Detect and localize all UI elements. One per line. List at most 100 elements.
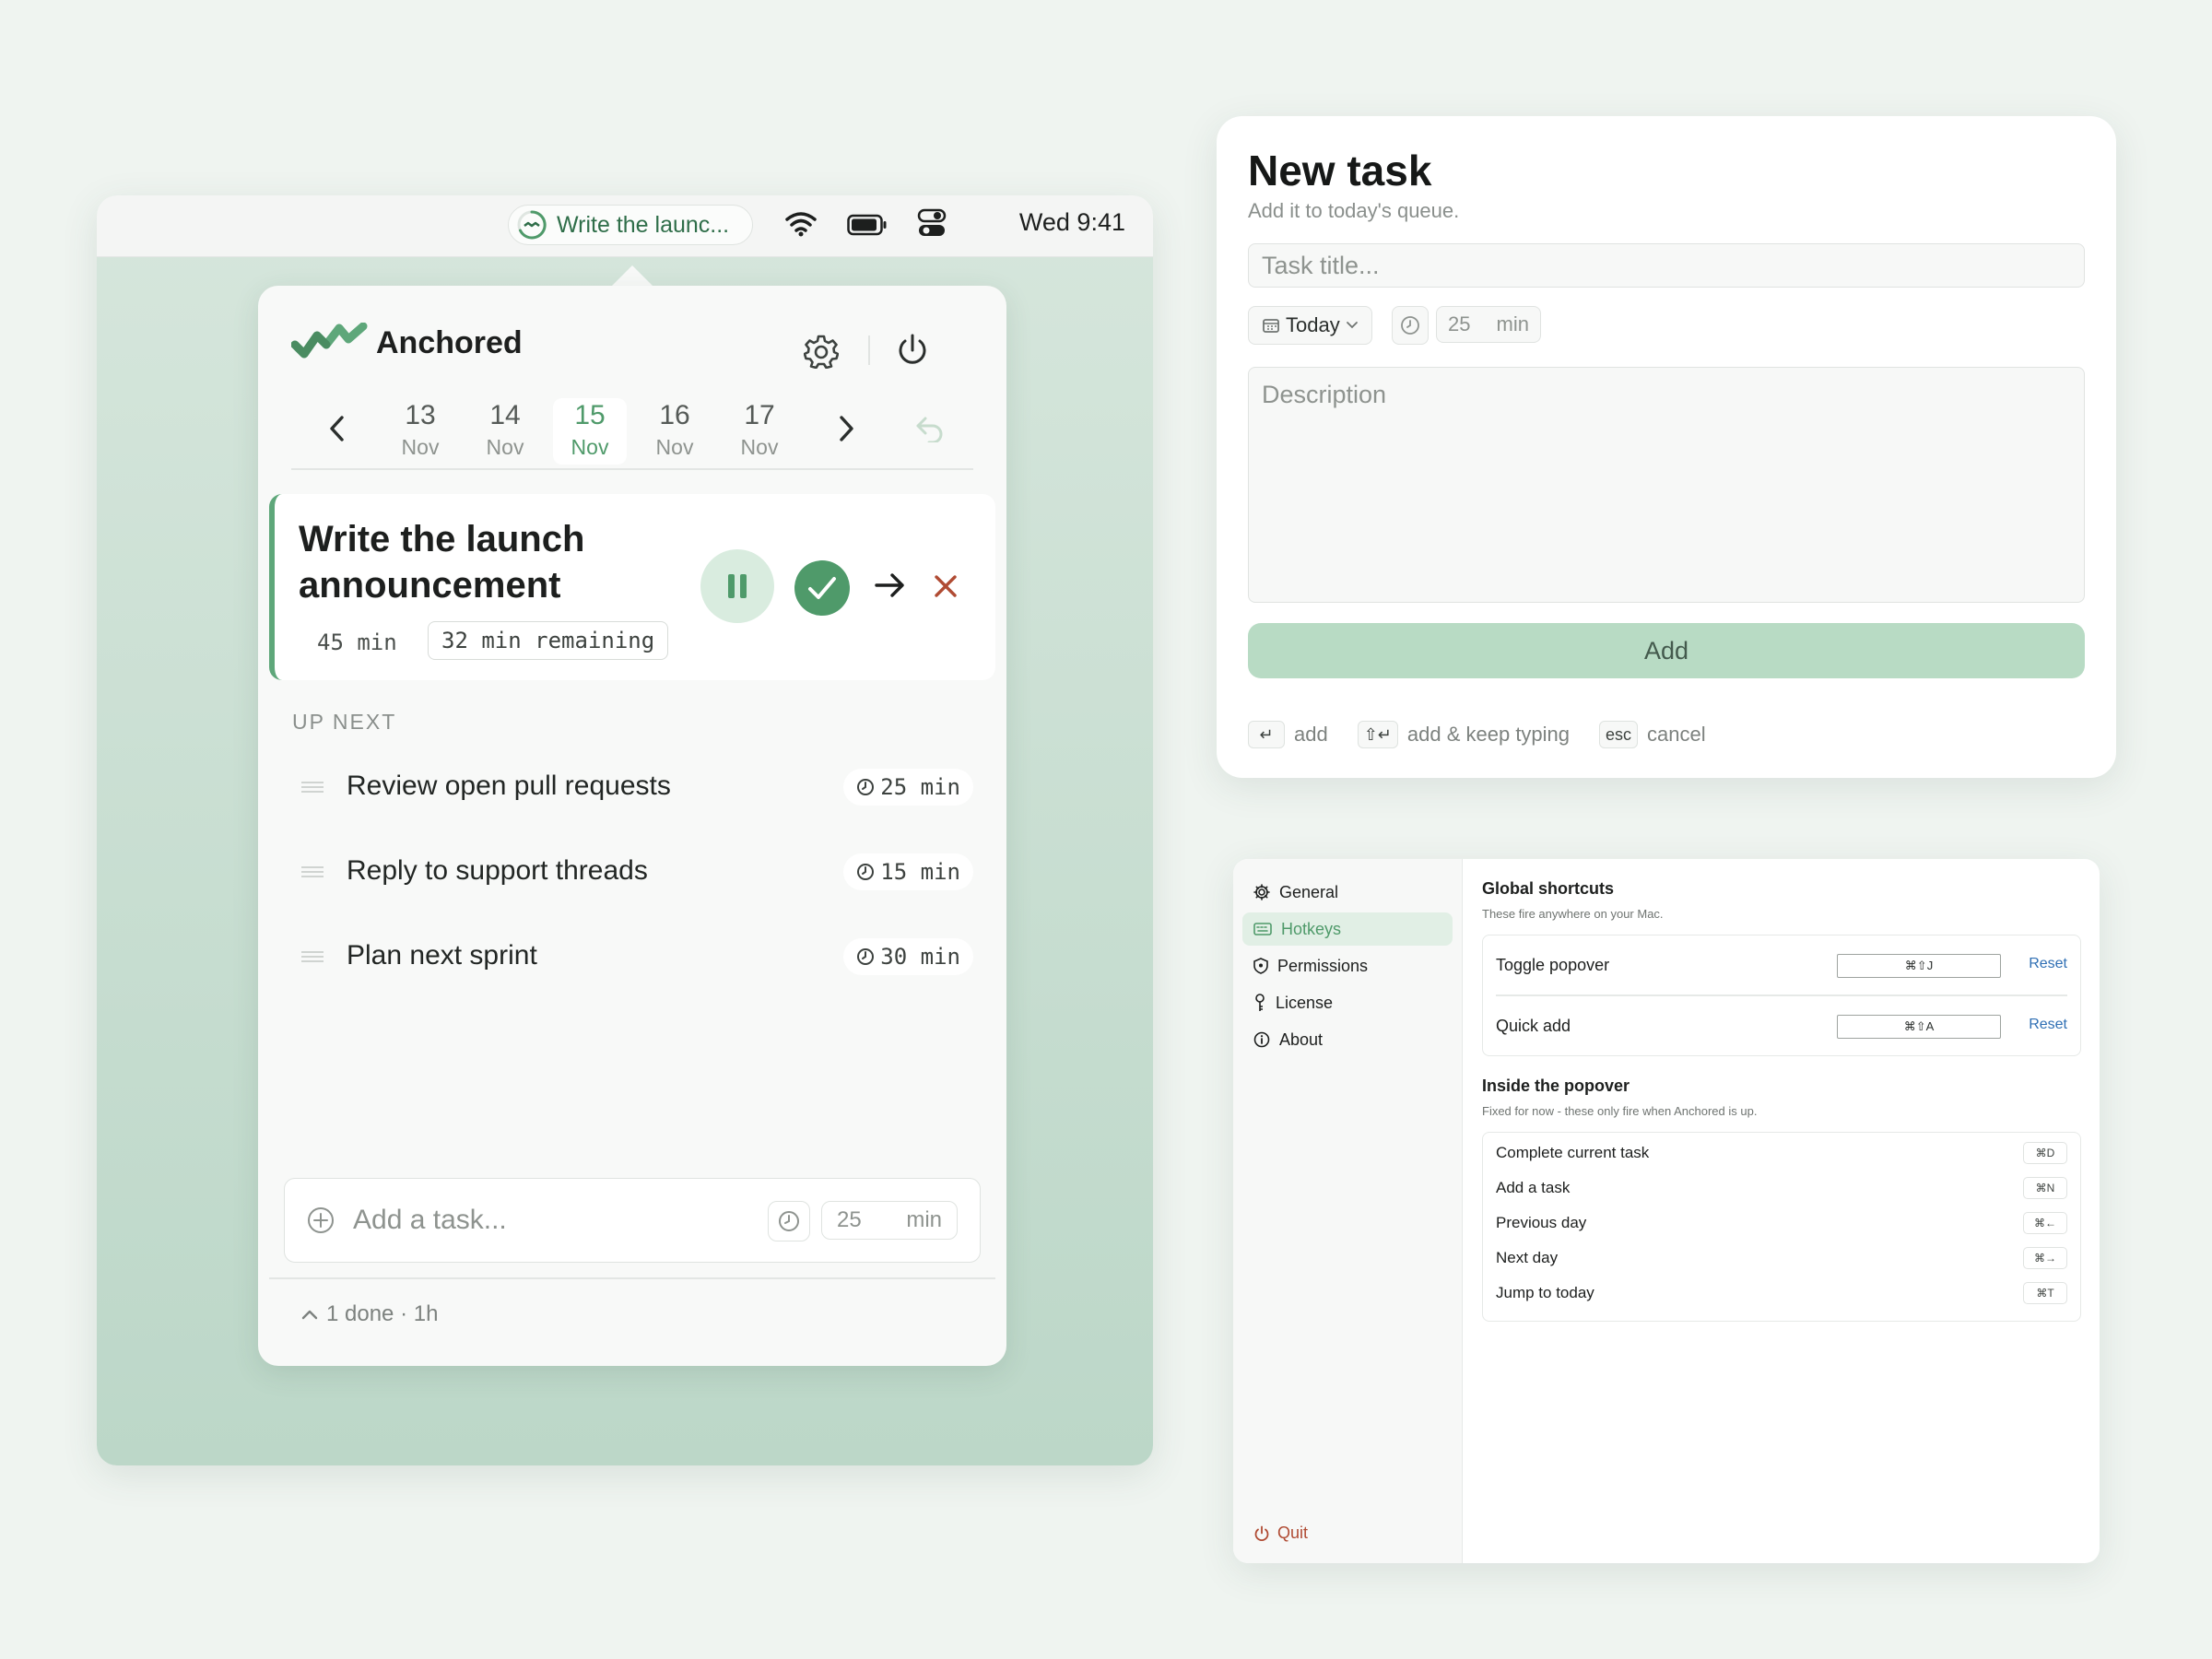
sidebar-item-hotkeys[interactable]: Hotkeys [1242,912,1453,946]
quit-button[interactable]: Quit [1253,1524,1308,1543]
duration-toggle-button[interactable] [768,1201,810,1241]
add-plus-icon[interactable] [307,1206,335,1234]
queue-item[interactable]: Reply to support threads 15 min [291,839,973,903]
popover-shortcut-row: Complete current task ⌘D [1496,1136,2067,1170]
calendar-icon [1263,319,1279,333]
duration-pill[interactable]: 15 min [843,853,973,890]
duration-field[interactable]: 25 min [1436,306,1541,343]
sidebar-item-label: Hotkeys [1281,919,1342,938]
add-task-input[interactable] [351,1195,742,1245]
done-summary-label: 1 done · 1h [326,1301,439,1326]
add-task-duration-field[interactable]: 25 min [821,1201,958,1240]
remove-task-x-icon[interactable] [933,573,959,599]
sidebar-item-general[interactable]: General [1242,876,1453,909]
shortcut-row: Toggle popover ⌘⇧J Reset [1496,945,2067,985]
key-icon [1255,994,1265,1011]
menubar-task-item[interactable]: Write the launc... [508,205,753,245]
previous-day-chevron-icon[interactable] [326,413,348,444]
task-popover: Anchored 13 Nov 14 Nov 15 Nov 16 Nov 17 … [258,286,1006,1366]
task-title-input[interactable] [1248,243,2085,288]
next-day-chevron-icon[interactable] [835,413,857,444]
date-14-nov[interactable]: 14 Nov [468,398,542,465]
date-13-nov[interactable]: 13 Nov [383,398,457,465]
date-15-nov-selected[interactable]: 15 Nov [553,398,627,465]
sidebar-item-about[interactable]: About [1242,1023,1453,1056]
shield-icon [1253,958,1268,974]
shortcut-key: ⌘→ [2023,1247,2067,1269]
settings-gear-icon[interactable] [804,334,839,369]
footer-divider [269,1277,995,1279]
jump-to-today-icon[interactable] [914,415,946,442]
date-day: 16 [659,400,690,430]
anchored-logo-icon [291,323,368,359]
date-month: Nov [655,435,694,459]
sidebar-item-label: Permissions [1277,956,1369,975]
duration-unit: min [906,1207,942,1232]
current-task-title[interactable]: Write the launch announcement [299,516,686,608]
date-month: Nov [571,435,609,459]
date-16-nov[interactable]: 16 Nov [638,398,712,465]
date-select[interactable]: Today [1248,306,1372,345]
gear-icon [1253,884,1270,900]
duration-value: 25 [1448,312,1471,335]
drag-handle-icon[interactable] [300,782,324,793]
complete-task-button[interactable] [794,560,850,616]
control-center-icon[interactable] [917,208,947,238]
inside-popover-subtitle: Fixed for now - these only fire when Anc… [1482,1104,1758,1118]
duration-label: 30 min [880,944,960,970]
sidebar-item-permissions[interactable]: Permissions [1242,949,1453,982]
add-button[interactable]: Add [1248,623,2085,678]
power-icon[interactable] [894,332,931,369]
add-task-row: 25 min [284,1178,981,1263]
skip-arrow-icon[interactable] [874,571,907,599]
app-name: Anchored [376,324,523,360]
wifi-icon[interactable] [784,210,818,238]
date-month: Nov [486,435,524,459]
shortcut-label: Toggle popover [1496,955,1610,974]
clock-icon [857,779,875,795]
queue-item[interactable]: Review open pull requests 25 min [291,754,973,818]
clock-icon [857,864,875,880]
duration-pill[interactable]: 25 min [843,769,973,806]
sidebar-item-license[interactable]: License [1242,986,1453,1019]
hotkeys-pane: Global shortcuts These fire anywhere on … [1482,859,2081,1563]
reset-link[interactable]: Reset [2029,956,2067,972]
reset-link[interactable]: Reset [2029,1017,2067,1033]
shortcut-recorder[interactable]: ⌘⇧A [1837,1015,2001,1039]
drag-handle-icon[interactable] [300,866,324,877]
battery-icon[interactable] [847,214,888,236]
menubar-task-label: Write the launc... [557,211,730,238]
settings-window: General Hotkeys Permissions License Abou… [1233,859,2100,1563]
pause-icon [728,574,747,598]
queue-item-title: Plan next sprint [347,940,537,971]
duration-label: 25 min [880,774,960,800]
current-task-card: Write the launch announcement 45 min 32 … [269,494,995,680]
menubar-clock[interactable]: Wed 9:41 [1019,208,1125,237]
row-divider [1496,994,2067,996]
queue-item[interactable]: Plan next sprint 30 min [291,924,973,988]
pause-button[interactable] [700,549,774,623]
duration-pill[interactable]: 30 min [843,938,973,975]
duration-value: 25 [837,1207,862,1232]
popover-shortcuts-box: Complete current task ⌘D Add a task ⌘N P… [1482,1132,2081,1322]
date-17-nov[interactable]: 17 Nov [723,398,796,465]
return-key-hint: ↵ [1248,721,1285,748]
drag-handle-icon[interactable] [300,951,324,962]
shortcut-label: Jump to today [1496,1284,1594,1301]
date-navigator: 13 Nov 14 Nov 15 Nov 16 Nov 17 Nov [291,389,973,470]
shortcut-recorder[interactable]: ⌘⇧J [1837,954,2001,978]
inside-popover-heading: Inside the popover [1482,1077,1630,1095]
date-select-label: Today [1286,313,1340,336]
shortcut-key: ⌘D [2023,1142,2067,1164]
shortcut-key: ⌘← [2023,1212,2067,1234]
done-summary-toggle[interactable]: 1 done · 1h [300,1301,438,1327]
shortcut-key: ⌘T [2023,1282,2067,1304]
progress-ring-icon [517,210,547,240]
shortcut-label: Previous day [1496,1214,1587,1231]
duration-toggle-button[interactable] [1392,306,1429,345]
date-month: Nov [740,435,779,459]
clock-icon [857,948,875,965]
popover-shortcut-row: Add a task ⌘N [1496,1171,2067,1205]
shift-return-key-hint: ⇧↵ [1357,721,1398,748]
description-textarea[interactable] [1248,367,2085,603]
